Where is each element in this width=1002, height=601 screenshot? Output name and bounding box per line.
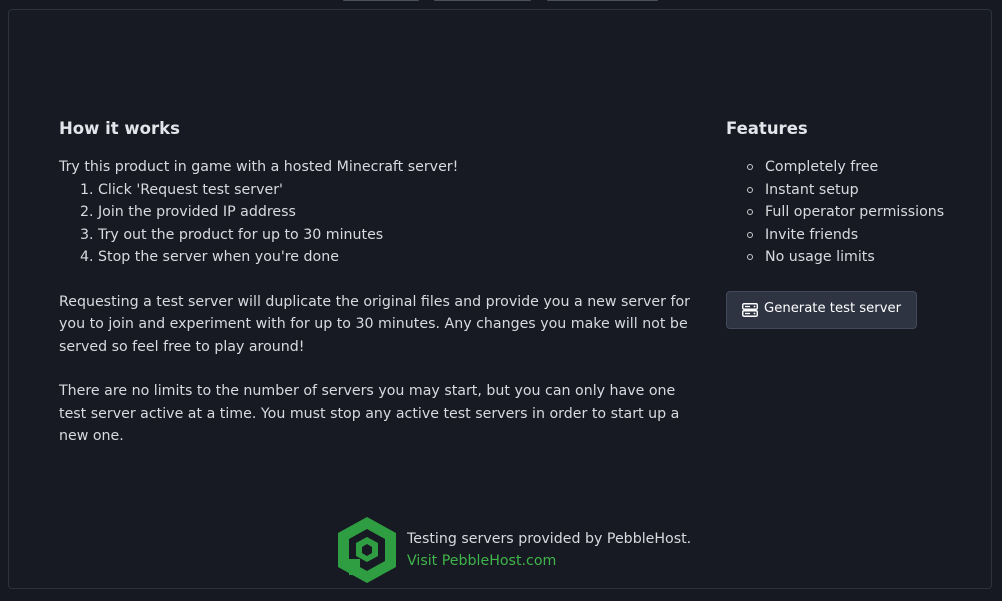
- visit-pebblehost-link[interactable]: Visit PebbleHost.com: [407, 550, 691, 573]
- step-item: Stop the server when you're done: [98, 246, 699, 269]
- features-list: Completely free Instant setup Full opera…: [726, 156, 976, 269]
- feature-item: Instant setup: [747, 179, 976, 202]
- server-icon: [742, 302, 758, 317]
- how-it-works-heading: How it works: [59, 119, 180, 138]
- features-section: Features Completely free Instant setup F…: [726, 118, 976, 329]
- step-item: Join the provided IP address: [98, 201, 699, 224]
- top-tab[interactable]: [343, 0, 419, 1]
- provider-text: Testing servers provided by PebbleHost.: [407, 530, 692, 547]
- steps-list: Click 'Request test server' Join the pro…: [59, 179, 699, 269]
- feature-item: No usage limits: [747, 246, 976, 269]
- top-tab[interactable]: [434, 0, 531, 1]
- top-tab[interactable]: [547, 0, 658, 1]
- duplicate-info-paragraph: Requesting a test server will duplicate …: [59, 293, 690, 355]
- feature-item: Completely free: [747, 156, 976, 179]
- generate-test-server-button[interactable]: Generate test server: [726, 290, 918, 329]
- step-item: Click 'Request test server': [98, 179, 699, 202]
- pebblehost-logo-icon: [338, 517, 396, 583]
- step-item: Try out the product for up to 30 minutes: [98, 224, 699, 247]
- test-server-panel: How it works Try this product in game wi…: [8, 9, 992, 589]
- features-heading: Features: [726, 119, 808, 138]
- footer-text: Testing servers provided by PebbleHost. …: [407, 528, 691, 573]
- intro-text: Try this product in game with a hosted M…: [59, 159, 459, 175]
- feature-item: Full operator permissions: [747, 201, 976, 224]
- limits-info-paragraph: There are no limits to the number of ser…: [59, 383, 680, 444]
- feature-item: Invite friends: [747, 224, 976, 247]
- provider-footer: Testing servers provided by PebbleHost. …: [335, 515, 691, 585]
- generate-button-label: Generate test server: [764, 301, 902, 317]
- how-it-works-section: How it works Try this product in game wi…: [59, 118, 699, 448]
